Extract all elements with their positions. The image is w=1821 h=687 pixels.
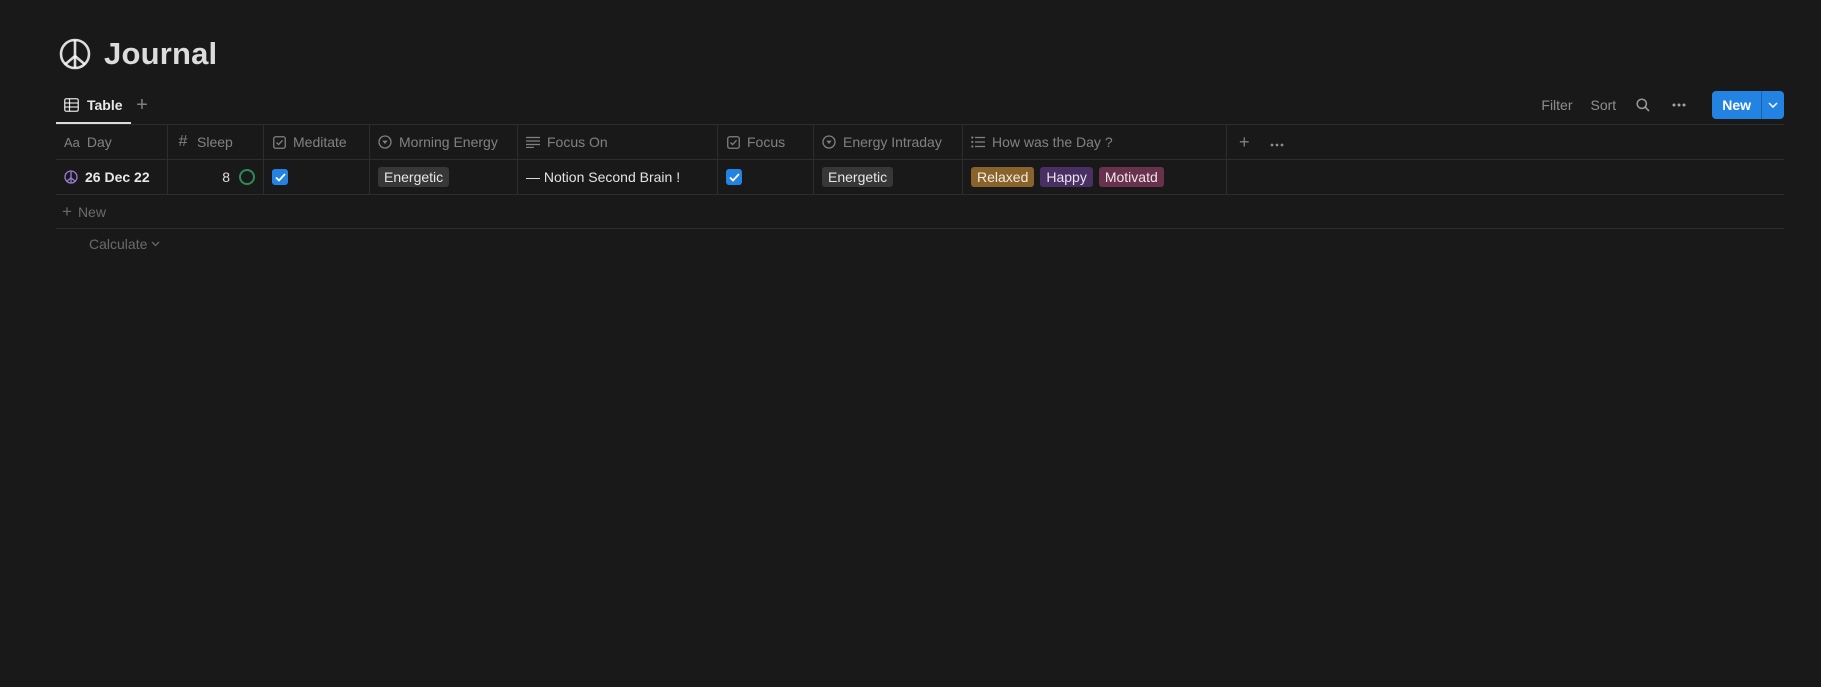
column-label: Sleep bbox=[197, 134, 233, 150]
column-label: Energy Intraday bbox=[843, 134, 942, 150]
peace-icon bbox=[64, 170, 78, 184]
title-aa-icon: Aa bbox=[64, 134, 80, 150]
column-label: How was the Day ? bbox=[992, 134, 1113, 150]
select-tag: Energetic bbox=[378, 167, 450, 187]
table-header-row: Aa Day # Sleep Meditate Morning Energy F… bbox=[56, 125, 1784, 160]
select-tag: Energetic bbox=[822, 167, 894, 187]
table-row[interactable]: 26 Dec 22 8 Energetic — Notion Second Br… bbox=[56, 160, 1784, 195]
more-options-icon[interactable] bbox=[1670, 96, 1688, 114]
column-header-meditate[interactable]: Meditate bbox=[264, 125, 370, 159]
text-icon bbox=[526, 135, 540, 149]
day-value: 26 Dec 22 bbox=[85, 169, 150, 185]
page-title[interactable]: Journal bbox=[104, 36, 217, 72]
chevron-down-icon bbox=[151, 241, 160, 247]
column-label: Focus On bbox=[547, 134, 608, 150]
new-dropdown-button[interactable] bbox=[1761, 91, 1784, 119]
more-columns-icon[interactable] bbox=[1270, 134, 1284, 150]
cell-how-was-the-day[interactable]: Relaxed Happy Motivatd bbox=[963, 160, 1227, 194]
add-view-button[interactable]: + bbox=[130, 93, 154, 117]
page-header: Journal bbox=[58, 36, 217, 72]
cell-focus[interactable] bbox=[718, 160, 814, 194]
calculate-button[interactable]: Calculate bbox=[56, 229, 1784, 259]
select-icon bbox=[822, 135, 836, 149]
peace-icon[interactable] bbox=[58, 37, 92, 71]
column-label: Meditate bbox=[293, 134, 347, 150]
cell-morning-energy[interactable]: Energetic bbox=[370, 160, 518, 194]
select-icon bbox=[378, 135, 392, 149]
column-header-how-was-the-day[interactable]: How was the Day ? bbox=[963, 125, 1227, 159]
cell-energy-intraday[interactable]: Energetic bbox=[814, 160, 963, 194]
multi-select-tag: Happy bbox=[1040, 167, 1093, 187]
tab-table[interactable]: Table bbox=[56, 88, 131, 124]
checkmark-icon bbox=[274, 172, 286, 182]
focus-on-value: — Notion Second Brain ! bbox=[526, 169, 681, 185]
column-label: Focus bbox=[747, 134, 786, 150]
focus-checkbox[interactable] bbox=[726, 169, 742, 185]
column-header-focus[interactable]: Focus bbox=[718, 125, 814, 159]
view-bar: Table + Filter Sort New bbox=[56, 88, 1784, 124]
new-button-group: New bbox=[1712, 91, 1784, 119]
column-actions: + bbox=[1227, 125, 1313, 159]
column-header-focus-on[interactable]: Focus On bbox=[518, 125, 718, 159]
checkmark-icon bbox=[728, 172, 740, 182]
column-header-day[interactable]: Aa Day bbox=[56, 125, 168, 159]
add-row-button[interactable]: + New bbox=[56, 195, 1784, 229]
checkbox-icon bbox=[272, 135, 286, 149]
cell-day[interactable]: 26 Dec 22 bbox=[56, 160, 168, 194]
cell-meditate[interactable] bbox=[264, 160, 370, 194]
number-icon: # bbox=[178, 133, 188, 150]
sleep-value: 8 bbox=[222, 169, 230, 185]
list-icon bbox=[971, 135, 985, 149]
chevron-down-icon bbox=[1768, 102, 1778, 108]
cell-focus-on[interactable]: — Notion Second Brain ! bbox=[518, 160, 718, 194]
plus-icon: + bbox=[136, 93, 148, 116]
cell-empty bbox=[1227, 160, 1313, 194]
sort-button[interactable]: Sort bbox=[1591, 97, 1617, 113]
cell-sleep[interactable]: 8 bbox=[168, 160, 264, 194]
meditate-checkbox[interactable] bbox=[272, 169, 288, 185]
column-label: Morning Energy bbox=[399, 134, 498, 150]
progress-ring-icon bbox=[239, 169, 255, 185]
add-row-label: New bbox=[77, 203, 106, 220]
column-header-sleep[interactable]: # Sleep bbox=[168, 125, 264, 159]
multi-select-tag: Motivatd bbox=[1098, 167, 1164, 187]
add-property-icon[interactable]: + bbox=[1239, 132, 1250, 153]
toolbar: Filter Sort New bbox=[1541, 91, 1784, 119]
search-icon[interactable] bbox=[1634, 96, 1652, 114]
multi-select-tag: Relaxed bbox=[971, 167, 1035, 187]
table-icon bbox=[64, 98, 79, 112]
filter-button[interactable]: Filter bbox=[1541, 97, 1572, 113]
checkbox-icon bbox=[726, 135, 740, 149]
calculate-label: Calculate bbox=[89, 236, 148, 252]
database-table: Aa Day # Sleep Meditate Morning Energy F… bbox=[56, 125, 1784, 259]
plus-icon: + bbox=[62, 201, 72, 221]
tab-table-label: Table bbox=[87, 97, 123, 113]
new-button[interactable]: New bbox=[1712, 91, 1761, 119]
column-header-morning-energy[interactable]: Morning Energy bbox=[370, 125, 518, 159]
column-label: Day bbox=[86, 134, 112, 150]
column-header-energy-intraday[interactable]: Energy Intraday bbox=[814, 125, 963, 159]
